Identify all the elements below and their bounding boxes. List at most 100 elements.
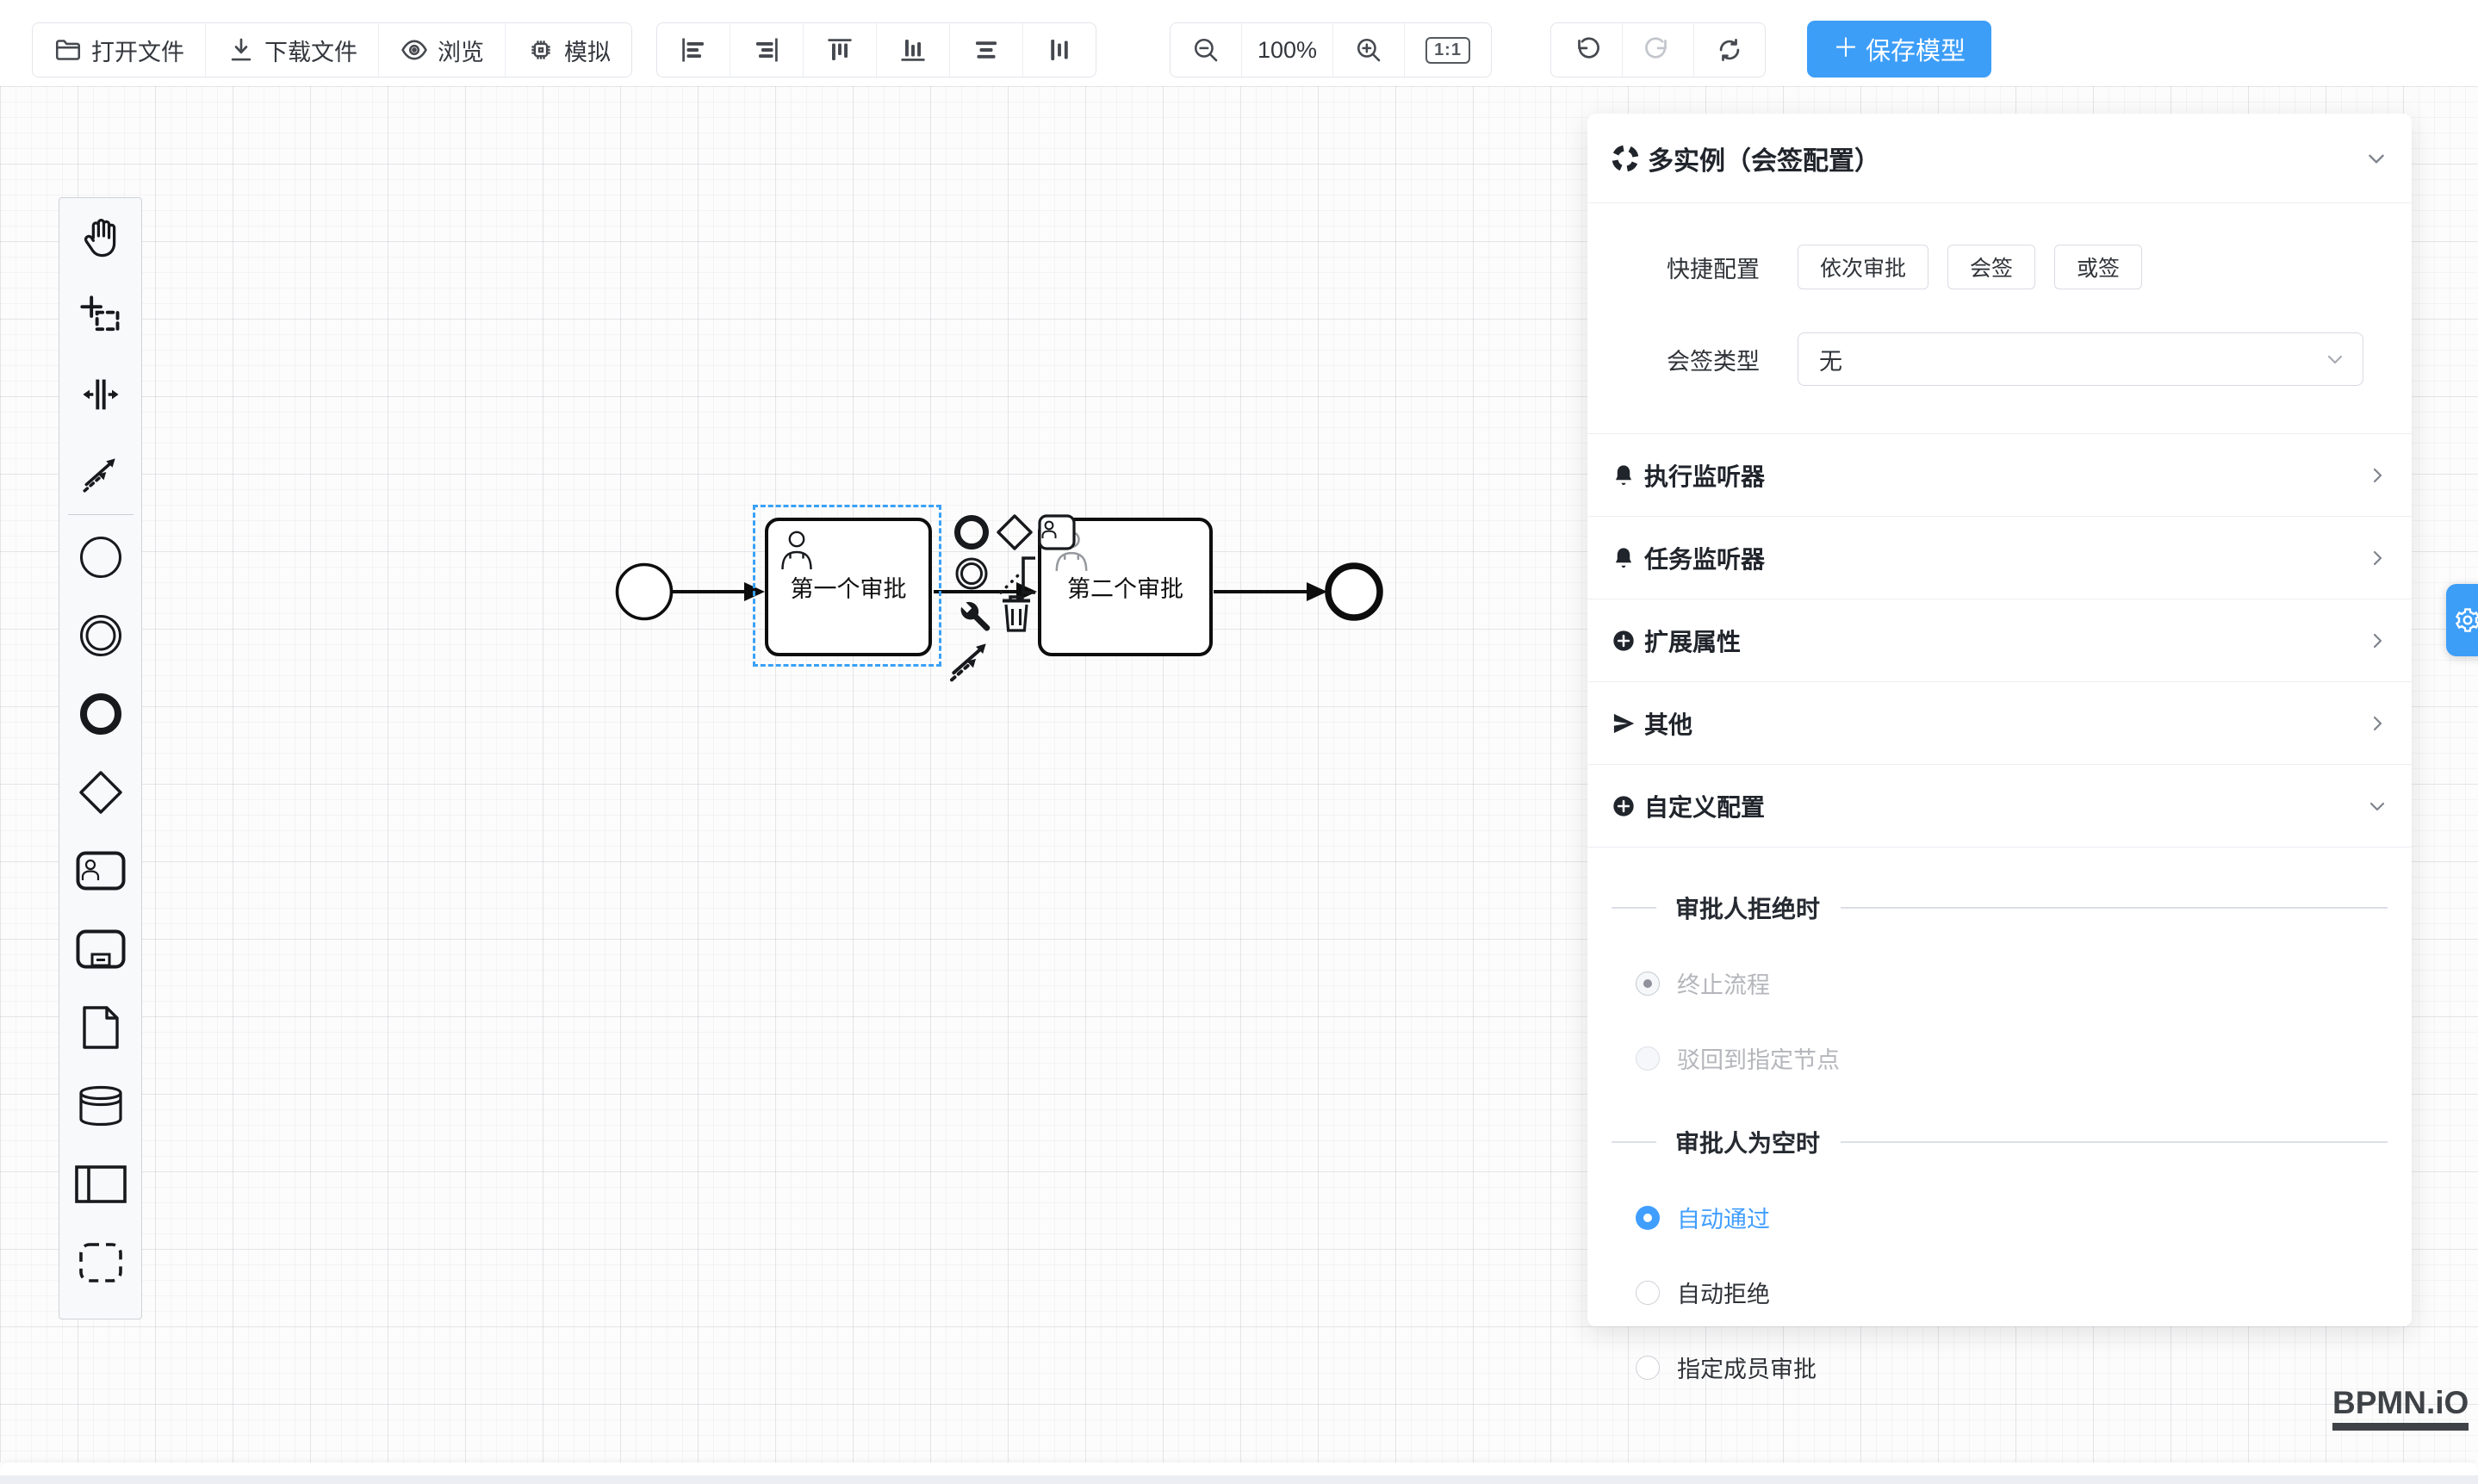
hand-icon [78,215,123,260]
radio-auto-reject[interactable]: 自动拒绝 [1612,1276,2388,1309]
align-right-button[interactable] [730,23,804,77]
section-custom-config[interactable]: 自定义配置 [1587,765,2412,848]
section-label: 执行监听器 [1644,458,2367,493]
group-icon [78,1241,124,1284]
align-top-icon [824,34,855,65]
palette-separator [68,514,134,515]
align-center-vertical-button[interactable] [1023,23,1096,77]
settings-tab[interactable] [2446,584,2478,656]
task-label: 第一个审批 [791,570,907,604]
radio-designated-member[interactable]: 指定成员审批 [1612,1351,2388,1384]
palette-user-task[interactable] [59,831,141,910]
radio-label: 终止流程 [1677,966,1770,1000]
align-center-horizontal-button[interactable] [950,23,1023,77]
context-append-user-task[interactable] [1038,514,1076,555]
chevron-down-icon [2325,349,2345,369]
section-other[interactable]: 其他 [1587,682,2412,765]
simulate-button[interactable]: 模拟 [506,23,631,77]
toolbar: 打开文件 下载文件 浏览 模拟 [0,0,2478,86]
context-append-end-event[interactable] [953,513,991,556]
align-bottom-button[interactable] [877,23,950,77]
lasso-icon [78,294,123,338]
palette-end-event[interactable] [59,674,141,753]
redo-button[interactable] [1623,23,1694,77]
connect-tool-icon [79,451,122,494]
sign-type-select[interactable]: 无 [1798,332,2363,386]
align-right-icon [751,34,782,65]
hand-tool[interactable] [59,198,141,276]
radio-return-to-node: 驳回到指定节点 [1612,1041,2388,1075]
section-task-listeners[interactable]: 任务监听器 [1587,517,2412,599]
zoom-in-button[interactable] [1333,23,1405,77]
plus-circle-icon [1612,629,1636,653]
palette-intermediate-event[interactable] [59,596,141,674]
refresh-icon [1715,35,1744,65]
palette-data-store[interactable] [59,1066,141,1145]
zoom-out-button[interactable] [1171,23,1242,77]
plus-icon: ＋ [1833,36,1859,62]
zoom-reset-button[interactable]: 1:1 [1405,23,1491,77]
palette-group[interactable] [59,1223,141,1301]
context-delete[interactable] [999,593,1034,638]
refresh-button[interactable] [1694,23,1765,77]
zoom-reset-label: 1:1 [1425,37,1470,64]
bpmn-designer-app: 打开文件 下载文件 浏览 模拟 [0,0,2478,1484]
chevron-right-icon [2367,465,2388,486]
radio-button [1636,1046,1660,1071]
sequence-flow-1[interactable] [673,582,765,601]
context-connect-tool[interactable] [946,636,994,688]
sign-type-row: 会签类型 无 [1587,332,2412,386]
radio-label: 自动拒绝 [1677,1276,1770,1309]
section-extended-properties[interactable]: 扩展属性 [1587,599,2412,682]
start-event[interactable] [618,565,672,619]
context-append-gateway[interactable] [995,512,1034,556]
bell-icon [1612,463,1636,487]
user-task-first-approval[interactable]: 第一个审批 [765,518,932,656]
align-group [656,22,1096,78]
global-connect-tool[interactable] [59,433,141,512]
align-left-icon [678,34,709,65]
download-file-button[interactable]: 下载文件 [206,23,379,77]
redo-icon [1643,35,1673,65]
palette-participant-pool[interactable] [59,1145,141,1223]
preview-button[interactable]: 浏览 [379,23,506,77]
radio-button[interactable] [1636,1281,1660,1305]
divider-line [1612,907,1656,909]
palette-start-event[interactable] [59,518,141,596]
lasso-tool[interactable] [59,276,141,355]
wrench-icon [951,594,992,634]
align-center-horizontal-icon [971,34,1002,65]
chevron-right-icon [2367,630,2388,651]
radio-auto-pass[interactable]: 自动通过 [1612,1201,2388,1234]
divider-line [1612,1141,1656,1143]
bpmn-io-logo[interactable]: BPMN.iO [2332,1385,2469,1431]
section-execution-listeners[interactable]: 执行监听器 [1587,434,2412,517]
divider-line [1841,907,2388,909]
undo-button[interactable] [1551,23,1623,77]
align-top-button[interactable] [804,23,877,77]
document-icon [81,1004,121,1051]
quick-option-countersign[interactable]: 会签 [1947,245,2035,289]
panel-header[interactable]: 多实例（会签配置） [1587,114,2412,203]
eye-icon [400,35,429,65]
user-task-icon [1038,514,1076,550]
empty-group-title: 审批人为空时 [1675,1125,1820,1159]
open-file-button[interactable]: 打开文件 [33,23,206,77]
folder-open-icon [53,35,83,65]
context-append-intermediate-event[interactable] [953,555,991,597]
quick-option-orsign[interactable]: 或签 [2054,245,2142,289]
palette-gateway[interactable] [59,753,141,831]
palette-sub-process[interactable] [59,910,141,988]
align-left-button[interactable] [657,23,730,77]
radio-terminate-process: 终止流程 [1612,966,2388,1000]
end-event[interactable] [1328,566,1380,618]
save-model-button[interactable]: ＋ 保存模型 [1807,21,1991,78]
radio-button[interactable] [1636,1206,1660,1230]
end-event-icon [78,692,123,736]
context-change-type[interactable] [951,594,992,638]
sequence-flow-3[interactable] [1214,582,1327,601]
space-tool[interactable] [59,355,141,433]
palette-document[interactable] [59,988,141,1066]
radio-button[interactable] [1636,1356,1660,1380]
quick-option-sequential[interactable]: 依次审批 [1798,245,1928,289]
